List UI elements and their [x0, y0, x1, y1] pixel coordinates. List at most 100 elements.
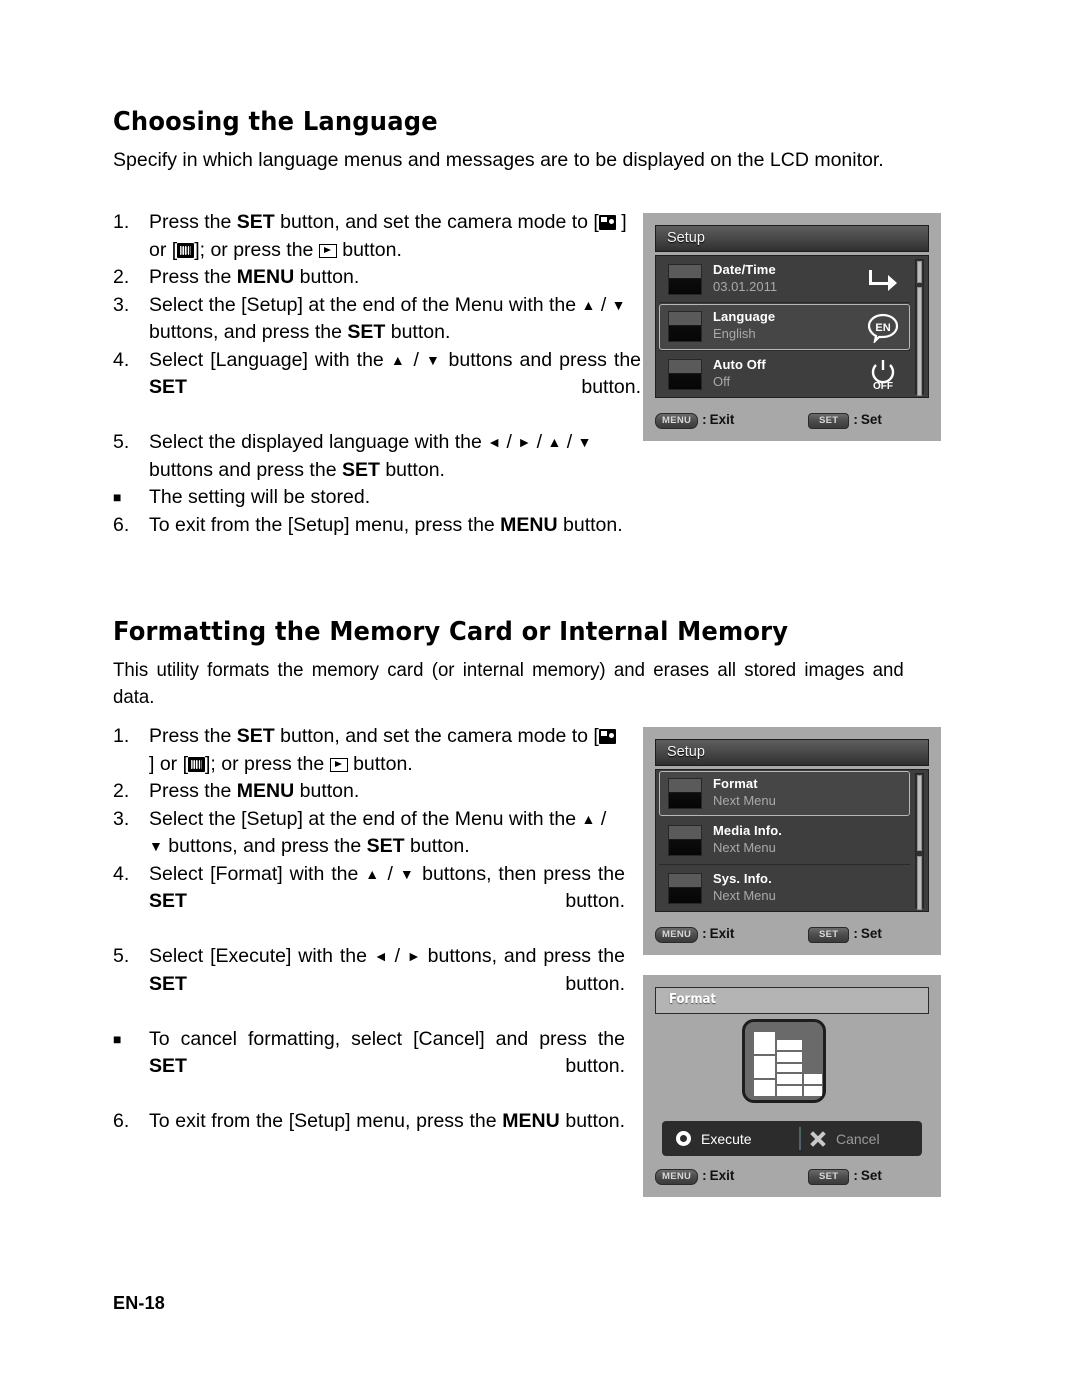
circle-icon	[676, 1131, 691, 1146]
button-divider	[799, 1127, 801, 1150]
menu-item-value: Next Menu	[713, 887, 776, 903]
step-item: 6. To exit from the [Setup] menu, press t…	[113, 512, 641, 540]
step-body: Press the MENU button.	[149, 264, 641, 292]
intro-paragraph-language: Specify in which language menus and mess…	[113, 149, 884, 171]
menu-thumbnail-icon	[668, 264, 702, 295]
language-en-bubble-icon: EN	[866, 311, 900, 345]
menu-row-date-time[interactable]: Date/Time 03.01.2011	[656, 256, 928, 304]
emphasis-text: SET	[236, 211, 275, 233]
step-body: To exit from the [Setup] menu, press the…	[149, 1108, 625, 1163]
manual-page: Choosing the Language Specify in which l…	[0, 0, 1080, 1380]
step-body: To exit from the [Setup] menu, press the…	[149, 512, 641, 540]
step-item: 4. Select [Language] with the ▲ / ▼ butto…	[113, 347, 641, 430]
direction-arrow-icon: ▲	[581, 296, 596, 313]
execute-button-label: Execute	[701, 1130, 752, 1147]
step-item: 1. Press the SET button, and set the came…	[113, 209, 641, 264]
hint-exit-label: Exit	[709, 926, 735, 941]
playback-icon	[329, 757, 348, 772]
direction-arrow-icon: ▼	[399, 865, 416, 882]
screen-inner: Setup Date/Time 03.01.2011 Language Engl…	[655, 225, 929, 398]
hint-exit-label: Exit	[709, 412, 735, 427]
step-text: ]; or press the	[205, 752, 330, 775]
step-text: Press the	[149, 266, 237, 288]
emphasis-text: MENU	[236, 780, 295, 802]
photo-mode-icon	[598, 215, 616, 230]
step-text: ]; or press the	[194, 238, 319, 261]
step-number: 5.	[113, 431, 130, 453]
hint-set: SET: Set	[808, 1168, 882, 1185]
screen-title: Setup	[667, 744, 705, 760]
direction-arrow-icon: ▲	[581, 810, 596, 827]
emphasis-text: SET	[149, 376, 187, 398]
menu-item-value: Next Menu	[713, 793, 776, 808]
emphasis-text: SET	[149, 972, 187, 995]
cancel-button[interactable]: Cancel	[810, 1121, 880, 1156]
menu-item-label: Auto Off	[713, 356, 766, 372]
confirm-button-bar: Execute Cancel	[662, 1121, 922, 1156]
menu-item-label: Sys. Info.	[713, 870, 772, 886]
scrollbar-thumb[interactable]	[917, 287, 922, 396]
step-text: /	[387, 945, 407, 967]
menu-key-cap: MENU	[655, 1169, 699, 1185]
menu-scrollbar[interactable]	[915, 259, 924, 396]
page-title-formatting-memory: Formatting the Memory Card or Internal M…	[113, 617, 789, 647]
step-item: 3. Select the [Setup] at the end of the M…	[113, 292, 641, 347]
direction-arrow-icon: ▼	[149, 838, 163, 854]
step-text: Press the	[149, 780, 237, 802]
movie-mode-icon	[188, 756, 206, 772]
step-text: button.	[347, 752, 413, 775]
hint-set-label: Set	[860, 412, 882, 427]
menu-row-format[interactable]: Format Next Menu	[656, 770, 928, 817]
hint-set-label: Set	[860, 926, 882, 941]
step-item: 5. Select the displayed language with the…	[113, 429, 641, 484]
step-text: The setting will be stored.	[149, 486, 371, 508]
subnote-text: To cancel formatting, select [Cancel] an…	[149, 1026, 625, 1109]
scrollbar-thumb-lower[interactable]	[917, 856, 922, 910]
menu-row-sys-info[interactable]: Sys. Info. Next Menu	[656, 865, 928, 911]
step-number: 5.	[113, 945, 130, 967]
step-text: button.	[336, 238, 402, 261]
menu-item-label: Language	[713, 309, 776, 325]
menu-row-language[interactable]: Language English EN	[656, 303, 928, 351]
step-number: 3.	[113, 807, 130, 830]
menu-row-auto-off[interactable]: Auto Off Off OFF	[656, 351, 928, 397]
menu-scrollbar[interactable]	[915, 773, 924, 910]
direction-arrow-icon: ▼	[611, 296, 626, 313]
setup-menu-list: Date/Time 03.01.2011 Language English EN…	[655, 255, 929, 398]
setup-menu-list: Format Next Menu Media Info. Next Menu S…	[655, 769, 929, 912]
screen-hint-bar: MENU: Exit SET: Set	[655, 412, 929, 432]
direction-arrow-icon: ◄	[487, 434, 502, 450]
screen-titlebar: Setup	[655, 739, 929, 766]
step-item: 6. To exit from the [Setup] menu, press t…	[113, 1108, 625, 1163]
svg-text:OFF: OFF	[873, 381, 893, 391]
step-number: 6.	[113, 1110, 130, 1132]
step-text: button.	[186, 972, 625, 995]
step-text: buttons and press the	[441, 348, 642, 371]
execute-button[interactable]: Execute	[676, 1121, 752, 1156]
step-text: Select the [Setup] at the end of the Men…	[149, 293, 582, 316]
step-text: /	[595, 807, 607, 830]
step-text: button.	[294, 266, 360, 288]
screen-inner: Setup Format Next Menu Media Info. Next …	[655, 739, 929, 912]
step-text: button.	[294, 780, 360, 802]
subnote-text: The setting will be stored.	[149, 486, 370, 508]
scrollbar-thumb[interactable]	[917, 775, 922, 851]
emphasis-text: SET	[341, 458, 380, 481]
step-number: 2.	[113, 780, 130, 802]
hint-exit: MENU: Exit	[655, 1168, 734, 1185]
menu-item-value: English	[713, 326, 756, 342]
step-text: /	[561, 431, 578, 453]
camera-screen-format-confirm: Format Execute Cancel MENU: Exit SET: …	[643, 975, 941, 1197]
direction-arrow-icon: ▲	[390, 351, 407, 368]
menu-row-media-info[interactable]: Media Info. Next Menu	[656, 817, 928, 865]
direction-arrow-icon: ▼	[425, 351, 442, 368]
step-body: Select the displayed language with the ◄…	[149, 429, 641, 484]
step-item: 2. Press the MENU button.	[113, 778, 625, 806]
cancel-button-label: Cancel	[836, 1130, 880, 1147]
step-item: 4. Select [Format] with the ▲ / ▼ buttons…	[113, 861, 625, 944]
step-text: Select the [Setup] at the end of the Men…	[149, 807, 582, 830]
emphasis-text: MENU	[236, 266, 295, 288]
scrollbar-thumb-upper[interactable]	[917, 261, 922, 283]
step-body: Select [Execute] with the ◄ / ► buttons,…	[149, 943, 625, 1026]
menu-thumbnail-icon	[668, 872, 702, 904]
